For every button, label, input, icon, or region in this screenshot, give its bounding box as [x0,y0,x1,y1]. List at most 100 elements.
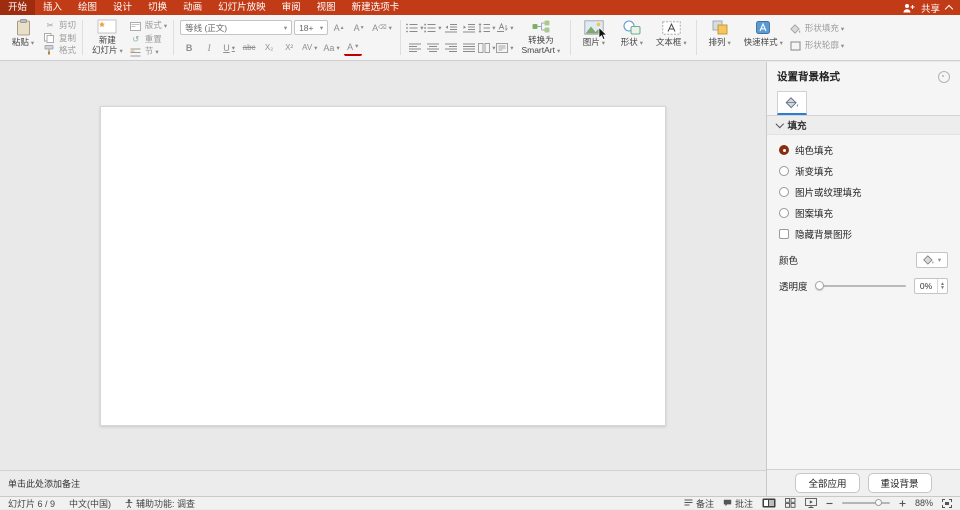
convert-to-smartart-button[interactable]: 转换为 SmartArt [518,17,564,58]
bold-button[interactable]: B [180,40,198,55]
notes-toggle-button[interactable]: 备注 [684,497,714,510]
increase-font-size-button[interactable]: A▲ [330,20,348,35]
color-picker-button[interactable] [916,252,948,268]
new-slide-button[interactable]: 新建 幻灯片 [89,17,126,58]
insert-picture-button[interactable]: 图片 [577,17,611,58]
slideshow-view-button[interactable] [805,498,817,508]
ribbon-separator [173,20,174,55]
zoom-slider[interactable] [842,502,890,504]
picture-texture-fill-option[interactable]: 图片或纹理填充 [779,185,948,199]
align-text-icon [496,43,508,53]
decrease-font-size-button[interactable]: A▼ [350,20,368,35]
italic-button[interactable]: I [200,40,218,55]
arrange-button[interactable]: 排列 [703,17,737,58]
format-painter-icon [44,45,56,55]
zoom-level[interactable]: 88% [915,498,933,508]
font-name-select[interactable]: 等线 (正文) [180,20,292,35]
zoom-slider-knob[interactable] [875,499,882,506]
change-case-button[interactable]: Aa [321,40,341,55]
format-painter-button[interactable]: 格式 [44,44,76,56]
superscript-button[interactable]: X² [280,40,298,55]
align-left-icon [409,43,421,53]
radio-icon [779,187,789,197]
character-spacing-button[interactable]: AV [300,40,319,55]
columns-button[interactable] [479,40,495,55]
section-button[interactable]: 节 [130,45,167,59]
line-spacing-button[interactable] [479,20,495,35]
accessibility-status[interactable]: 辅助功能: 调查 [125,497,195,510]
shape-fill-icon [790,24,802,34]
shape-fill-button[interactable]: 形状填充 [790,22,844,36]
underline-button[interactable]: U [220,40,238,55]
collapse-ribbon-icon[interactable] [945,4,953,12]
paint-bucket-small-icon [923,255,934,265]
transparency-slider-knob[interactable] [815,281,824,290]
paste-clipboard-icon [16,18,31,37]
shape-outline-button[interactable]: 形状轮廓 [790,39,844,53]
strikethrough-button[interactable]: abc [240,40,258,55]
insert-shapes-button[interactable]: 形状 [615,17,649,58]
font-color-button[interactable]: A [344,39,362,56]
increase-indent-button[interactable] [461,20,477,35]
reset-button[interactable]: ↺ 重置 [130,33,167,45]
zoom-in-button[interactable] [899,500,906,507]
justify-button[interactable] [461,40,477,55]
scissors-icon: ✂ [44,19,56,31]
share-button[interactable]: 共享 [921,1,940,15]
pattern-fill-option[interactable]: 图案填充 [779,206,948,220]
fit-slide-button[interactable] [942,499,952,508]
language-indicator[interactable]: 中文(中国) [69,497,111,510]
tab-design[interactable]: 设计 [105,0,140,15]
tab-slideshow[interactable]: 幻灯片放映 [210,0,274,15]
picture-icon [584,18,604,37]
align-text-button[interactable] [497,40,513,55]
comments-toggle-button[interactable]: 批注 [723,497,753,510]
quick-styles-button[interactable]: 快速样式 [741,17,786,58]
panel-settings-icon[interactable] [938,71,950,83]
numbered-list-button[interactable] [425,20,441,35]
tab-draw[interactable]: 绘图 [70,0,105,15]
paste-button[interactable]: 粘贴 [6,17,40,58]
normal-view-button[interactable] [762,498,776,508]
tab-new-tab[interactable]: 新建选项卡 [344,0,408,15]
slide-sorter-view-button[interactable] [785,498,796,508]
transparency-value-field[interactable]: 0% ▲▼ [914,278,948,294]
cut-button[interactable]: ✂ 剪切 [44,19,76,31]
paragraph-group [407,17,513,58]
reset-background-button[interactable]: 重设背景 [868,473,932,493]
tab-animations[interactable]: 动画 [175,0,210,15]
fill-section-header[interactable]: 填充 [767,116,960,135]
solid-fill-option[interactable]: 纯色填充 [779,143,948,157]
subscript-button[interactable]: X₂ [260,40,278,55]
hide-background-graphics-checkbox[interactable]: 隐藏背景图形 [779,227,948,241]
tab-transitions[interactable]: 切换 [140,0,175,15]
decrease-indent-button[interactable] [443,20,459,35]
stepper-icon[interactable]: ▲▼ [937,279,947,293]
font-size-select[interactable]: 18+ [294,20,328,35]
ribbon-separator [400,20,401,55]
transparency-slider[interactable] [816,285,906,287]
gradient-fill-option[interactable]: 渐变填充 [779,164,948,178]
tab-review[interactable]: 审阅 [274,0,309,15]
text-direction-button[interactable] [497,20,513,35]
tab-home[interactable]: 开始 [0,0,35,15]
line-spacing-icon [478,23,490,33]
slide[interactable] [100,106,666,426]
ribbon-separator [696,20,697,55]
arrange-icon [712,18,728,37]
apply-to-all-button[interactable]: 全部应用 [795,473,859,493]
copy-button[interactable]: 复制 [44,32,76,44]
fill-tab[interactable] [777,91,807,115]
notes-pane[interactable]: 单击此处添加备注 [0,470,766,496]
bullet-list-button[interactable] [407,20,423,35]
layout-button[interactable]: 版式 [130,19,167,33]
clipboard-group: 粘贴 ✂ 剪切 复制 格式 [6,17,76,58]
tab-view[interactable]: 视图 [309,0,344,15]
clear-formatting-button[interactable]: A⌫ [370,20,394,35]
align-right-button[interactable] [443,40,459,55]
zoom-out-button[interactable] [826,500,833,507]
align-center-button[interactable] [425,40,441,55]
insert-textbox-button[interactable]: 文本框 [653,17,690,58]
align-left-button[interactable] [407,40,423,55]
tab-insert[interactable]: 插入 [35,0,70,15]
